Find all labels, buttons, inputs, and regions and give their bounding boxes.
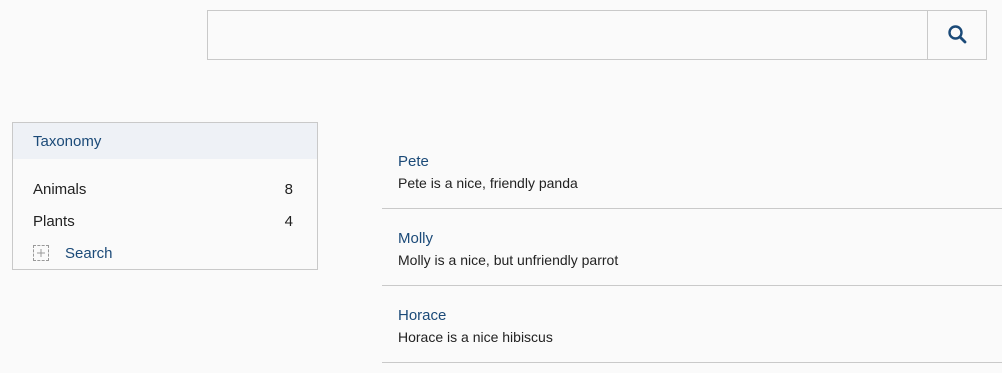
result-item: Pete Pete is a nice, friendly panda: [382, 132, 1002, 209]
result-item: Molly Molly is a nice, but unfriendly pa…: [382, 209, 1002, 286]
facet-item-label: Animals: [33, 180, 87, 198]
facet-title: Taxonomy: [13, 123, 317, 159]
facet-item-animals[interactable]: Animals 8: [13, 173, 317, 205]
result-title-link[interactable]: Pete: [398, 152, 1002, 172]
facet-search-link[interactable]: Search: [13, 237, 317, 269]
result-description: Pete is a nice, friendly panda: [398, 175, 578, 191]
result-title-link[interactable]: Molly: [398, 229, 1002, 249]
facet-item-label: Plants: [33, 212, 75, 230]
search-bar: [207, 10, 987, 60]
results-list: Pete Pete is a nice, friendly panda Moll…: [382, 132, 1002, 363]
plus-icon: [33, 245, 49, 261]
search-button[interactable]: [927, 11, 986, 59]
facet-search-label: Search: [65, 244, 113, 262]
result-title-link[interactable]: Horace: [398, 306, 1002, 326]
search-input[interactable]: [208, 11, 927, 59]
facet-item-plants[interactable]: Plants 4: [13, 205, 317, 237]
facet-list: Animals 8 Plants 4 Search: [13, 159, 317, 269]
result-description: Molly is a nice, but unfriendly parrot: [398, 252, 619, 268]
search-icon: [947, 24, 967, 47]
result-description: Horace is a nice hibiscus: [398, 329, 553, 345]
facet-item-count: 8: [284, 180, 293, 198]
result-item: Horace Horace is a nice hibiscus: [382, 286, 1002, 363]
facet-item-count: 4: [284, 212, 293, 230]
taxonomy-facet: Taxonomy Animals 8 Plants 4 Search: [12, 122, 318, 270]
